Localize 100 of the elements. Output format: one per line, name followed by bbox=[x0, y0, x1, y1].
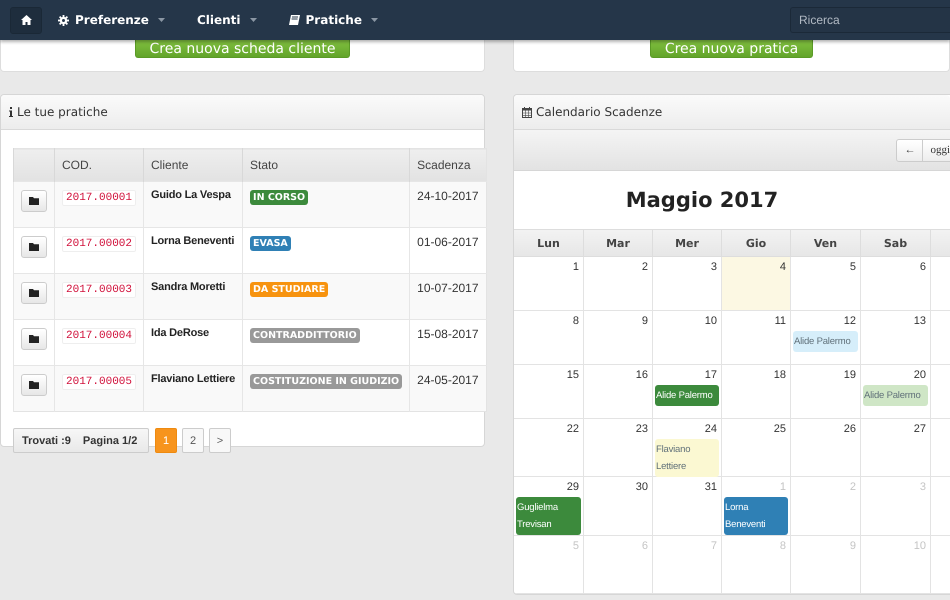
day-number: 6 bbox=[920, 260, 927, 273]
caret-icon bbox=[370, 18, 378, 22]
day-number: 16 bbox=[636, 368, 649, 381]
calendar-event[interactable]: Alide Palermo bbox=[655, 385, 719, 406]
weekday-header: Mer bbox=[653, 230, 722, 257]
home-icon bbox=[20, 15, 32, 25]
day-number: 1 bbox=[780, 480, 787, 493]
day-number: 10 bbox=[914, 539, 927, 552]
panel-title: Le tue pratiche bbox=[17, 105, 108, 119]
weekday-header: Mar bbox=[584, 230, 653, 257]
table-cell: Sandra Moretti bbox=[144, 274, 243, 320]
day-number: 10 bbox=[704, 314, 718, 327]
nav-menu[interactable]: Clienti bbox=[186, 6, 267, 34]
table-cell: 24-10-2017 bbox=[410, 182, 486, 228]
day-number: 7 bbox=[710, 539, 718, 552]
open-folder-button[interactable] bbox=[21, 236, 47, 258]
calendar-event[interactable]: Alide Palermo bbox=[863, 385, 928, 406]
nav-menu[interactable]: Preferenze bbox=[48, 6, 175, 34]
day-number: 15 bbox=[566, 368, 580, 381]
day-number: 3 bbox=[710, 260, 718, 273]
open-folder-button[interactable] bbox=[21, 328, 47, 350]
status-label: DA STUDIARE bbox=[250, 282, 328, 297]
folder-icon bbox=[29, 197, 39, 205]
day-number: 8 bbox=[572, 314, 580, 327]
table-cell: Flaviano Lettiere bbox=[144, 366, 243, 412]
folder-icon bbox=[29, 381, 39, 389]
table-cell: 01-06-2017 bbox=[410, 228, 486, 274]
next-page-button[interactable]: > bbox=[209, 428, 231, 453]
day-number: 6 bbox=[642, 539, 649, 552]
table-cell: Ida DeRose bbox=[144, 320, 243, 366]
folder-icon bbox=[29, 289, 39, 297]
day-number: 2 bbox=[642, 260, 649, 273]
caret-icon bbox=[158, 18, 165, 22]
open-folder-button[interactable] bbox=[21, 374, 47, 396]
day-number: 3 bbox=[920, 480, 927, 493]
day-number: 25 bbox=[774, 422, 787, 435]
calendar-icon bbox=[522, 106, 532, 118]
day-number: 9 bbox=[850, 539, 857, 552]
table-cell: 24-05-2017 bbox=[410, 366, 486, 412]
book-icon bbox=[288, 15, 300, 25]
panel-title: Calendario Scadenze bbox=[536, 105, 662, 119]
day-number: 12 bbox=[844, 314, 857, 327]
weekday-header: Gio bbox=[722, 230, 791, 257]
day-number: 24 bbox=[704, 422, 718, 435]
home-button[interactable] bbox=[10, 6, 42, 34]
day-number: 19 bbox=[844, 368, 857, 381]
calendar-event[interactable]: Guglielma Trevisan bbox=[516, 497, 581, 535]
column-header: Stato bbox=[242, 148, 410, 182]
practice-code[interactable]: 2017.00004 bbox=[62, 328, 136, 344]
practice-code[interactable]: 2017.00002 bbox=[62, 236, 136, 252]
status-label: CONTRADDITTORIO bbox=[250, 328, 360, 343]
today-button[interactable]: oggi bbox=[923, 138, 950, 162]
practice-code[interactable]: 2017.00001 bbox=[62, 190, 136, 206]
folder-icon bbox=[29, 335, 39, 343]
status-label: IN CORSO bbox=[250, 190, 308, 205]
open-folder-button[interactable] bbox=[21, 282, 47, 304]
column-header: Cliente bbox=[144, 148, 243, 182]
day-number: 2 bbox=[850, 480, 857, 493]
column-header: COD. bbox=[54, 148, 144, 182]
status-label: COSTITUZIONE IN GIUDIZIO bbox=[250, 374, 402, 389]
day-number: 8 bbox=[780, 539, 787, 552]
search-field[interactable]: Ricerca bbox=[790, 7, 950, 33]
folder-icon bbox=[29, 243, 39, 251]
nav-menu[interactable]: Pratiche bbox=[278, 6, 388, 34]
day-number: 29 bbox=[566, 480, 580, 493]
day-number: 26 bbox=[844, 422, 857, 435]
day-number: 18 bbox=[774, 368, 787, 381]
weekday-header: Sab bbox=[861, 230, 931, 257]
day-number: 5 bbox=[572, 539, 580, 552]
day-number: 17 bbox=[704, 368, 718, 381]
day-number: 31 bbox=[704, 480, 718, 493]
page-info: Pagina 1/2 bbox=[82, 434, 138, 446]
previous-button[interactable]: ← bbox=[896, 138, 924, 162]
table-cell: Lorna Beneventi bbox=[144, 228, 243, 274]
practice-code[interactable]: 2017.00005 bbox=[62, 374, 136, 390]
table-cell: 10-07-2017 bbox=[410, 274, 486, 320]
table-cell: Guido La Vespa bbox=[144, 182, 243, 228]
calendar-event[interactable]: Lorna Beneventi bbox=[724, 497, 788, 535]
day-number: 1 bbox=[572, 260, 580, 273]
day-number: 13 bbox=[914, 314, 927, 327]
day-number: 23 bbox=[636, 422, 649, 435]
day-number: 30 bbox=[636, 480, 649, 493]
gear-icon bbox=[58, 14, 69, 26]
day-number: 9 bbox=[642, 314, 649, 327]
weekday-header: Ven bbox=[791, 230, 861, 257]
month-title: Maggio 2017 bbox=[624, 187, 780, 214]
table-cell: 15-08-2017 bbox=[410, 320, 486, 366]
calendar-event[interactable]: Flaviano Lettiere bbox=[655, 439, 719, 477]
weekday-header: Lun bbox=[514, 230, 584, 257]
open-folder-button[interactable] bbox=[21, 190, 47, 212]
practice-code[interactable]: 2017.00003 bbox=[62, 282, 136, 298]
day-number: 27 bbox=[914, 422, 927, 435]
calendar-event[interactable]: Alide Palermo bbox=[793, 331, 858, 352]
day-number: 5 bbox=[850, 260, 857, 273]
status-label: EVASA bbox=[250, 236, 291, 251]
caret-icon bbox=[250, 18, 257, 22]
page-button[interactable]: 2 bbox=[182, 428, 204, 453]
column-header: Scadenza bbox=[410, 148, 486, 182]
info-icon bbox=[9, 107, 13, 117]
day-number: 20 bbox=[914, 368, 927, 381]
